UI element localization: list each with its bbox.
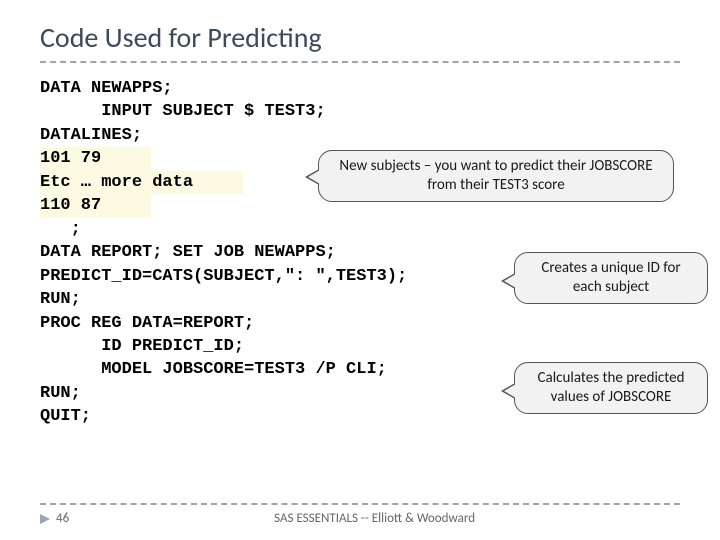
code-line: DATA NEWAPPS; [40, 77, 680, 100]
footer-center-text: SAS ESSENTIALS -- Elliott & Woodward [69, 511, 680, 526]
callout-predicted-values: Calculates the predicted values of JOBSC… [514, 362, 708, 414]
page-number: 46 [56, 511, 69, 526]
slide-title: Code Used for Predicting [40, 20, 680, 63]
code-line: PROC REG DATA=REPORT; [40, 312, 680, 335]
code-line: ; [40, 218, 680, 241]
callout-new-subjects: New subjects – you want to predict their… [318, 150, 674, 202]
callout-unique-id: Creates a unique ID for each subject [514, 252, 708, 304]
arrow-right-icon [40, 514, 50, 524]
code-line: ID PREDICT_ID; [40, 335, 680, 358]
footer: 46 SAS ESSENTIALS -- Elliott & Woodward [40, 503, 680, 526]
code-line: INPUT SUBJECT $ TEST3; [40, 100, 680, 123]
code-line: DATALINES; [40, 124, 680, 147]
page-number-wrap: 46 [40, 511, 69, 526]
